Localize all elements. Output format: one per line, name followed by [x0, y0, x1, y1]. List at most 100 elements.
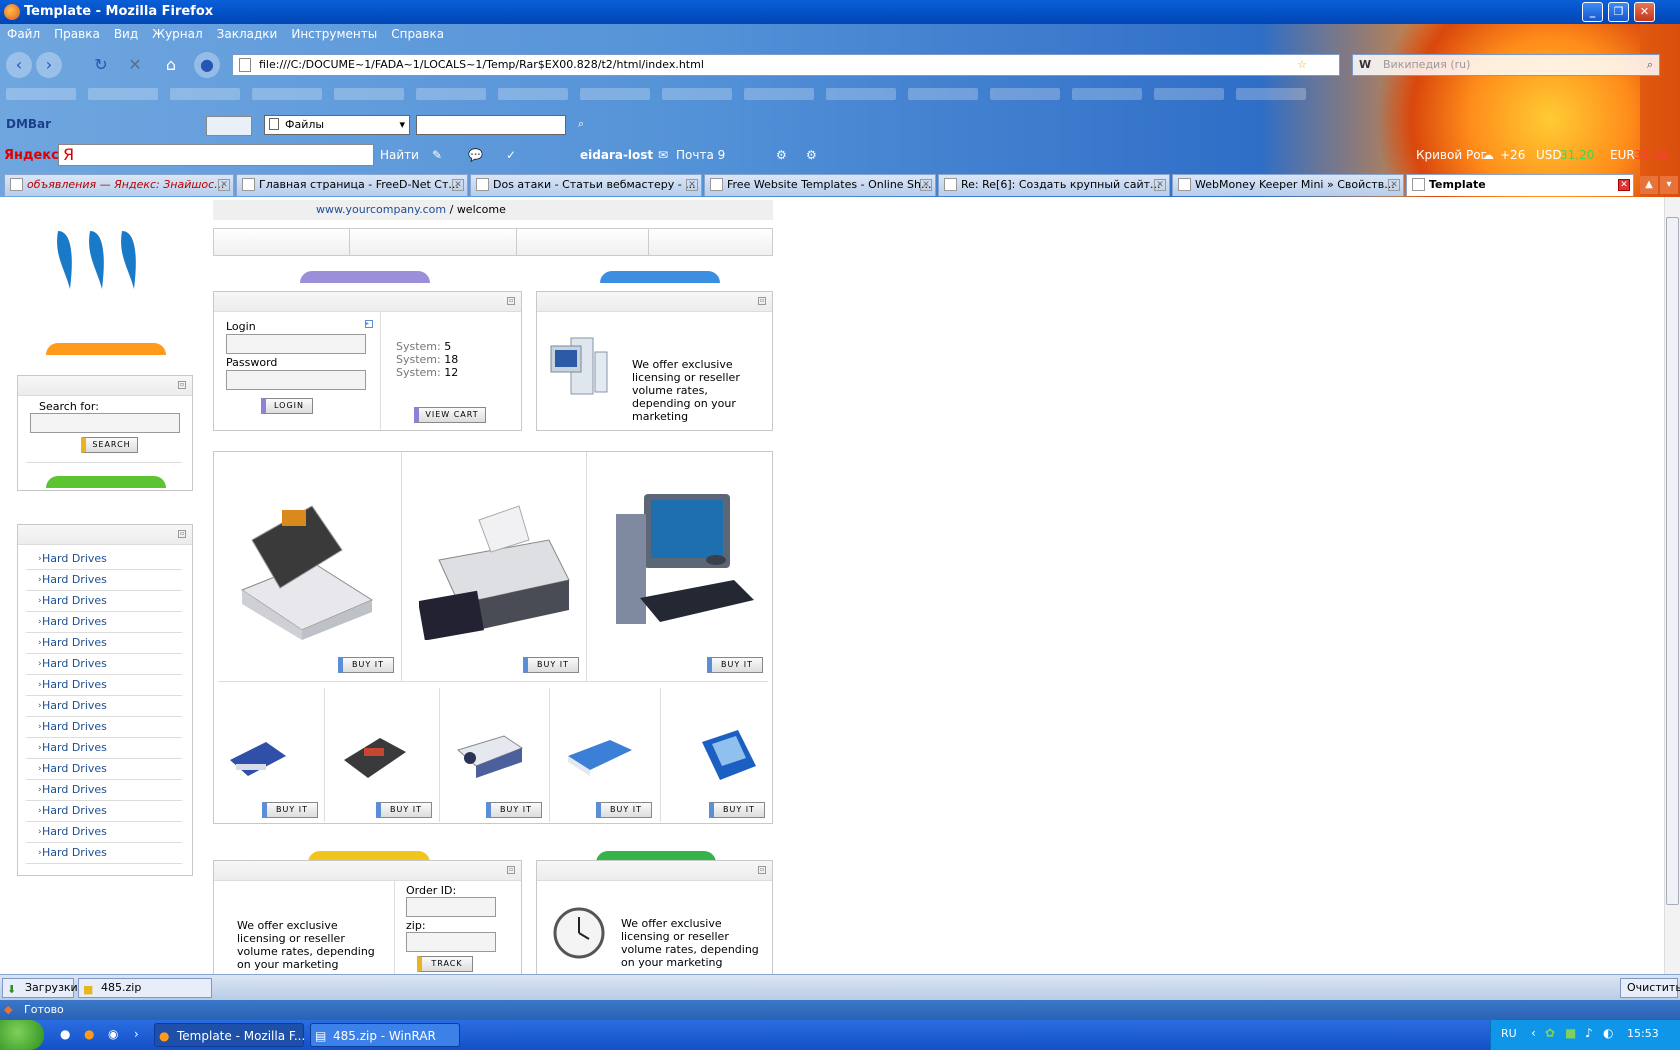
tab-6[interactable]: Template ✕	[1406, 174, 1634, 196]
taskbar-winrar[interactable]: ▤ 485.zip - WinRAR	[310, 1023, 460, 1047]
panel-toggle-icon[interactable]: ▫	[507, 866, 515, 874]
menu-history[interactable]: Журнал	[145, 24, 210, 44]
bookmark-item[interactable]	[252, 88, 322, 100]
close-icon[interactable]: ✕	[1388, 179, 1400, 191]
bookmark-item[interactable]	[6, 88, 76, 100]
category-link[interactable]: Hard Drives	[26, 696, 182, 717]
bookmark-item[interactable]	[744, 88, 814, 100]
chat-icon[interactable]: 💬	[468, 148, 483, 162]
bookmark-item[interactable]	[826, 88, 896, 100]
close-icon[interactable]: ✕	[452, 179, 464, 191]
close-icon[interactable]: ✕	[920, 179, 932, 191]
yandex-user[interactable]: eidara-lost	[580, 148, 653, 162]
language-indicator[interactable]: RU	[1501, 1027, 1517, 1040]
opera-icon[interactable]: ●	[60, 1027, 70, 1041]
bookmark-item[interactable]	[1154, 88, 1224, 100]
panel-toggle-icon[interactable]: ▫	[758, 297, 766, 305]
category-link[interactable]: Hard Drives	[26, 843, 182, 864]
bookmark-item[interactable]	[334, 88, 404, 100]
category-link[interactable]: Hard Drives	[26, 591, 182, 612]
tray-icon[interactable]: ■	[1565, 1026, 1576, 1040]
panel-toggle-icon[interactable]: ▫	[507, 297, 515, 305]
firefox-quicklaunch-icon[interactable]: ●	[84, 1027, 94, 1041]
scrollbar-thumb[interactable]	[1666, 217, 1679, 905]
bookmark-item[interactable]	[416, 88, 486, 100]
start-button[interactable]	[0, 1020, 44, 1050]
view-cart-button[interactable]: VIEW CART	[414, 407, 486, 423]
menu-tools[interactable]: Инструменты	[284, 24, 384, 44]
buy-button[interactable]: BUY IT	[709, 802, 765, 818]
maximize-button[interactable]: ❐	[1608, 2, 1629, 22]
check-icon[interactable]: ✓	[506, 148, 516, 162]
volume-icon[interactable]: ♪	[1585, 1026, 1593, 1040]
panel-toggle-icon[interactable]: ▫	[758, 866, 766, 874]
downloads-button[interactable]: ⬇ Загрузки	[2, 978, 78, 998]
zip-input[interactable]	[406, 932, 496, 952]
bookmark-star-icon[interactable]: ☆	[1297, 55, 1307, 75]
search-bar[interactable]: W Википедия (ru) ⌕	[1352, 54, 1660, 76]
tab-list-icon[interactable]: ▾	[1660, 176, 1678, 194]
track-button[interactable]: TRACK	[417, 956, 473, 972]
back-icon[interactable]: ‹	[6, 52, 32, 78]
yandex-logo[interactable]: Яндекс	[4, 148, 59, 163]
yandex-search-input[interactable]: Я	[58, 144, 374, 166]
password-input[interactable]	[226, 370, 366, 390]
category-link[interactable]: Hard Drives	[26, 738, 182, 759]
gear-icon[interactable]: ⚙	[776, 148, 787, 162]
network-icon[interactable]: ◐	[1603, 1026, 1613, 1040]
app-quicklaunch-icon[interactable]: ◉	[108, 1027, 118, 1041]
search-icon[interactable]: ⌕	[578, 117, 584, 131]
buy-button[interactable]: BUY IT	[596, 802, 652, 818]
panel-toggle-icon[interactable]: ▫	[178, 381, 186, 389]
chevron-left-icon[interactable]: ‹	[1531, 1026, 1536, 1040]
category-link[interactable]: Hard Drives	[26, 822, 182, 843]
vertical-scrollbar[interactable]	[1664, 197, 1680, 974]
menu-edit[interactable]: Правка	[47, 24, 107, 44]
bookmark-item[interactable]	[88, 88, 158, 100]
menu-help[interactable]: Справка	[384, 24, 451, 44]
close-icon[interactable]: ✕	[686, 179, 698, 191]
files-select[interactable]: Файлы ▾	[264, 115, 410, 135]
bookmark-item[interactable]	[498, 88, 568, 100]
category-link[interactable]: Hard Drives	[26, 654, 182, 675]
breadcrumb-link[interactable]: www.yourcompany.com	[316, 203, 446, 216]
menu-bookmarks[interactable]: Закладки	[210, 24, 285, 44]
category-link[interactable]: Hard Drives	[26, 612, 182, 633]
forward-icon[interactable]: ›	[36, 52, 62, 78]
home-icon[interactable]: ⌂	[158, 52, 184, 78]
bookmark-item[interactable]	[908, 88, 978, 100]
menu-file[interactable]: Файл	[0, 24, 47, 44]
search-input[interactable]	[30, 413, 180, 433]
url-bar[interactable]: file:///C:/DOCUME~1/FADA~1/LOCALS~1/Temp…	[232, 54, 1340, 76]
reload-icon[interactable]: ↻	[88, 52, 114, 78]
buy-button[interactable]: BUY IT	[338, 657, 394, 673]
buy-button[interactable]: BUY IT	[523, 657, 579, 673]
tab-4[interactable]: Re: Re[6]: Создать крупный сайт... ✕	[938, 174, 1170, 196]
buy-button[interactable]: BUY IT	[486, 802, 542, 818]
menu-view[interactable]: Вид	[107, 24, 145, 44]
category-link[interactable]: Hard Drives	[26, 549, 182, 570]
dmbar-button[interactable]	[206, 116, 252, 136]
bookmark-item[interactable]	[170, 88, 240, 100]
tab-5[interactable]: WebMoney Keeper Mini » Свойств... ✕	[1172, 174, 1404, 196]
bookmark-item[interactable]	[662, 88, 732, 100]
close-button[interactable]: ✕	[1634, 2, 1655, 22]
globe-icon[interactable]: ●	[194, 52, 220, 78]
buy-button[interactable]: BUY IT	[262, 802, 318, 818]
clear-downloads-button[interactable]: Очистить	[1620, 978, 1680, 998]
category-link[interactable]: Hard Drives	[26, 675, 182, 696]
chevron-right-icon[interactable]: ›	[134, 1027, 139, 1041]
stop-icon[interactable]: ✕	[122, 52, 148, 78]
close-icon[interactable]: ✕	[1618, 179, 1630, 191]
search-button[interactable]: SEARCH	[81, 437, 138, 453]
login-button[interactable]: LOGIN	[261, 398, 313, 414]
category-link[interactable]: Hard Drives	[26, 759, 182, 780]
buy-button[interactable]: BUY IT	[707, 657, 763, 673]
minimize-button[interactable]: _	[1582, 2, 1603, 22]
download-item[interactable]: ■ 485.zip	[78, 978, 212, 998]
bookmark-item[interactable]	[580, 88, 650, 100]
bookmark-item[interactable]	[1236, 88, 1306, 100]
category-link[interactable]: Hard Drives	[26, 633, 182, 654]
search-icon[interactable]: ⌕	[1647, 55, 1653, 75]
yandex-find-button[interactable]: Найти	[380, 148, 419, 162]
